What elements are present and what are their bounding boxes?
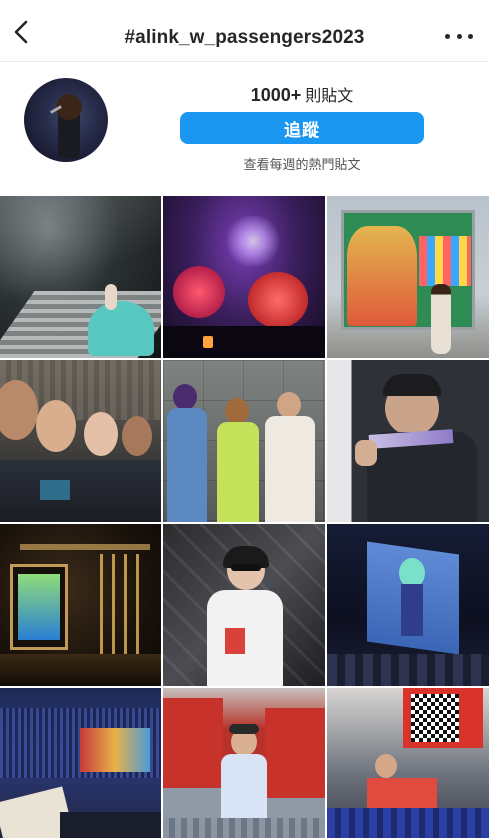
post-thumbnail[interactable]: [163, 688, 325, 838]
post-thumbnail[interactable]: [163, 196, 325, 358]
top-bar: #alink_w_passengers2023: [0, 0, 489, 62]
post-thumbnail[interactable]: [327, 524, 489, 686]
more-horizontal-icon: [468, 33, 473, 39]
more-horizontal-icon: [456, 33, 462, 39]
more-horizontal-icon: [445, 33, 450, 39]
more-options-button[interactable]: [445, 24, 473, 48]
posts-grid: [0, 196, 489, 838]
post-thumbnail[interactable]: [0, 524, 161, 686]
post-thumbnail[interactable]: [0, 196, 161, 358]
hashtag-avatar: [24, 78, 108, 162]
post-thumbnail[interactable]: [327, 360, 489, 522]
post-count-unit: 則貼文: [305, 88, 354, 105]
post-thumbnail[interactable]: [163, 360, 325, 522]
post-thumbnail[interactable]: [327, 196, 489, 358]
weekly-top-posts-link[interactable]: 查看每週的熱門貼文: [180, 154, 424, 173]
post-thumbnail[interactable]: [327, 688, 489, 838]
post-count: 1000+ 則貼文: [180, 82, 424, 106]
post-thumbnail[interactable]: [0, 688, 161, 838]
post-thumbnail[interactable]: [0, 360, 161, 522]
hashtag-header: 1000+ 則貼文 追蹤 查看每週的熱門貼文: [0, 62, 489, 192]
post-count-number: 1000+: [250, 85, 302, 105]
page-title: #alink_w_passengers2023: [124, 27, 365, 48]
follow-button[interactable]: 追蹤: [180, 112, 424, 144]
post-thumbnail[interactable]: [163, 524, 325, 686]
